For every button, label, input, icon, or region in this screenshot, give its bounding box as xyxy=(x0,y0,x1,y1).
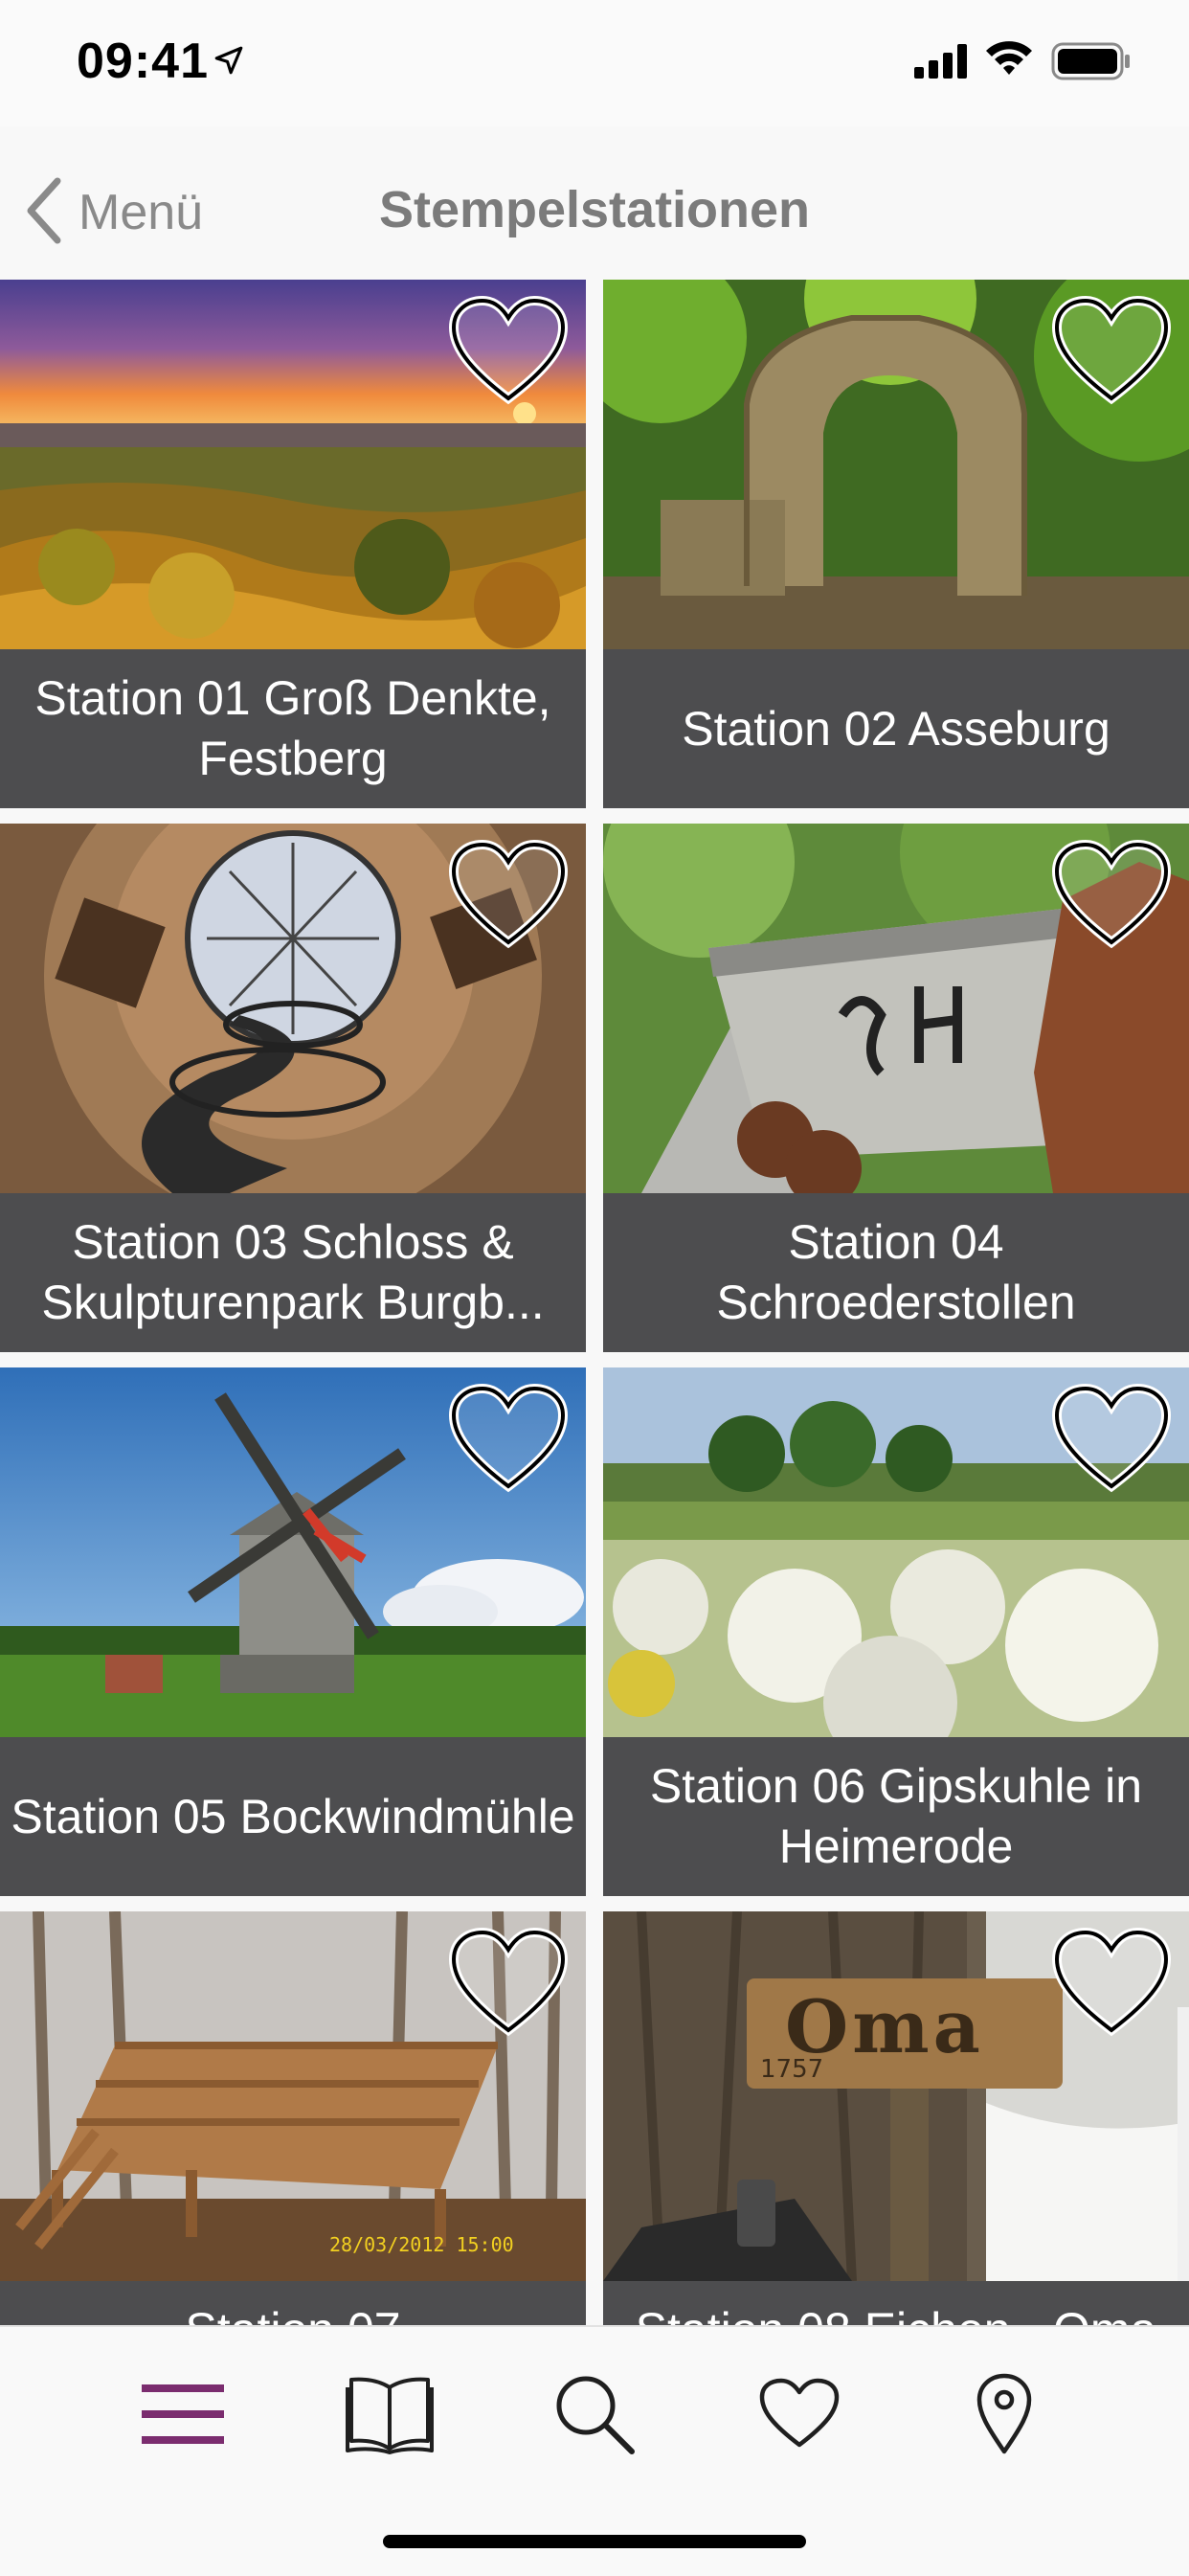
station-label: Station 07 xyxy=(6,2300,580,2325)
photo-sign-year: 1757 xyxy=(760,2055,824,2084)
page-title: Stempelstationen xyxy=(378,181,811,238)
station-label: Station 02 Asseburg xyxy=(682,701,1110,756)
favorite-heart-icon[interactable] xyxy=(1049,1383,1174,1496)
tab-favorites[interactable] xyxy=(747,2361,852,2467)
station-grid: Station 01 Groß Denkte, Festberg Station… xyxy=(0,280,1189,2325)
tab-book[interactable] xyxy=(337,2361,442,2467)
station-card[interactable]: Station 05 Bockwindmühle xyxy=(0,1367,586,1896)
station-card[interactable]: Station 03 Schloss & Skulpturenpark Burg… xyxy=(0,824,586,1352)
station-card[interactable]: Station 04 Schroederstollen xyxy=(603,824,1189,1352)
status-time: 09:41 xyxy=(77,34,209,89)
station-label: Station 04 Schroederstollen xyxy=(716,1215,1076,1329)
station-card[interactable]: Station 01 Groß Denkte, Festberg xyxy=(0,280,586,808)
favorite-heart-icon[interactable] xyxy=(1049,839,1174,952)
favorite-heart-icon[interactable] xyxy=(1049,295,1174,408)
home-indicator xyxy=(383,2535,806,2548)
battery-icon xyxy=(1051,42,1132,85)
heart-icon xyxy=(759,2378,840,2448)
station-card[interactable]: 28/03/2012 15:00 Station 07 xyxy=(0,1911,586,2325)
favorite-heart-icon[interactable] xyxy=(446,1927,571,2040)
favorite-heart-icon[interactable] xyxy=(446,295,571,408)
tab-search[interactable] xyxy=(542,2361,647,2467)
favorite-heart-icon[interactable] xyxy=(1049,1927,1174,2040)
station-caption: Station 05 Bockwindmühle xyxy=(0,1737,586,1896)
book-icon xyxy=(346,2377,434,2454)
station-card[interactable]: Oma 1757 Station 08 Eichen - Oma xyxy=(603,1911,1189,2325)
station-label: Station 05 Bockwindmühle xyxy=(11,1789,575,1843)
search-icon xyxy=(556,2376,635,2454)
station-card[interactable]: Station 02 Asseburg xyxy=(603,280,1189,808)
navigation-bar: Menü Stempelstationen xyxy=(0,126,1189,282)
favorite-heart-icon[interactable] xyxy=(446,1383,571,1496)
map-pin-icon xyxy=(976,2373,1032,2454)
station-caption: Station 04 Schroederstollen xyxy=(603,1193,1189,1352)
station-label: Station 06 Gipskuhle in Heimerode xyxy=(649,1759,1143,1873)
status-bar: 09:41 xyxy=(0,0,1189,126)
station-label: Station 08 Eichen - Oma xyxy=(609,2300,1183,2325)
location-arrow-icon xyxy=(213,44,245,81)
tab-map[interactable] xyxy=(952,2361,1057,2467)
favorite-heart-icon[interactable] xyxy=(446,839,571,952)
cellular-signal-icon xyxy=(914,44,970,83)
station-caption: Station 07 xyxy=(0,2281,586,2325)
station-caption: Station 08 Eichen - Oma xyxy=(603,2281,1189,2325)
wifi-icon xyxy=(984,38,1034,81)
station-caption: Station 02 Asseburg xyxy=(603,649,1189,808)
menu-icon xyxy=(142,2384,224,2444)
station-label: Station 01 Groß Denkte, Festberg xyxy=(34,671,551,785)
photo-date-stamp: 28/03/2012 15:00 xyxy=(329,2233,514,2256)
station-caption: Station 01 Groß Denkte, Festberg xyxy=(0,649,586,808)
station-card[interactable]: Station 06 Gipskuhle in Heimerode xyxy=(603,1367,1189,1896)
station-caption: Station 06 Gipskuhle in Heimerode xyxy=(603,1737,1189,1896)
station-label: Station 03 Schloss & Skulpturenpark Burg… xyxy=(41,1215,545,1329)
station-caption: Station 03 Schloss & Skulpturenpark Burg… xyxy=(0,1193,586,1352)
tab-menu[interactable] xyxy=(130,2361,236,2467)
